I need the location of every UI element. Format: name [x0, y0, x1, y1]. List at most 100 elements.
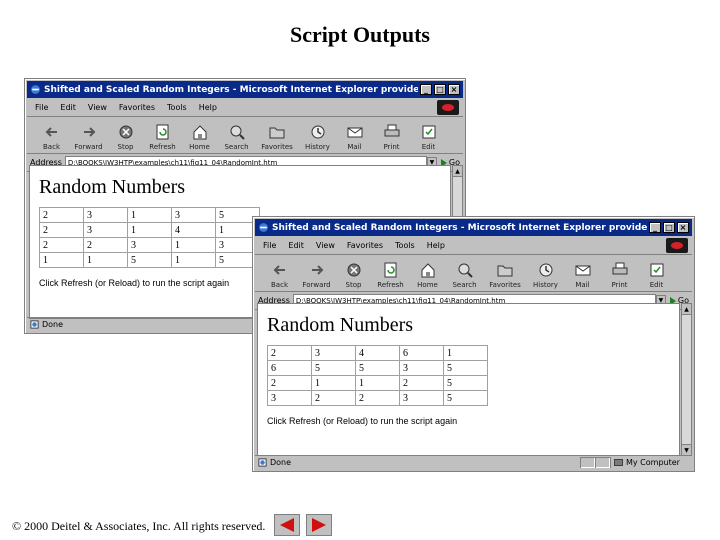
- right-triangle-icon: [312, 518, 326, 532]
- forward-button[interactable]: Forward: [70, 123, 107, 153]
- search-icon: [230, 125, 245, 140]
- scroll-up-icon[interactable]: ▲: [682, 304, 691, 315]
- scroll-down-icon[interactable]: ▼: [682, 444, 691, 455]
- stop-button[interactable]: Stop: [107, 123, 144, 153]
- table-cell: 3: [267, 390, 312, 406]
- menu-help[interactable]: Help: [199, 103, 217, 112]
- table-cell: 1: [83, 252, 128, 268]
- page-status-icon: [258, 458, 267, 467]
- print-button[interactable]: Print: [601, 261, 638, 291]
- previous-slide-button[interactable]: [274, 514, 300, 536]
- menu-tools[interactable]: Tools: [395, 241, 415, 250]
- mail-icon: [347, 127, 362, 138]
- menu-edit[interactable]: Edit: [60, 103, 76, 112]
- scroll-up-icon[interactable]: ▲: [453, 166, 462, 177]
- edit-button[interactable]: Edit: [638, 261, 675, 291]
- page-heading: Random Numbers: [267, 314, 414, 336]
- favorites-button[interactable]: Favorites: [255, 123, 299, 153]
- random-numbers-table: 23135 23141 22313 11515: [39, 207, 260, 268]
- status-text: Done: [270, 458, 292, 467]
- table-cell: 2: [39, 237, 84, 253]
- menu-help[interactable]: Help: [427, 241, 445, 250]
- favorites-folder-icon: [269, 127, 285, 139]
- menu-view[interactable]: View: [88, 103, 107, 112]
- msn-logo-icon: [666, 238, 688, 253]
- table-cell: 2: [267, 345, 312, 361]
- back-button[interactable]: Back: [261, 261, 298, 291]
- status-panel: [580, 457, 595, 468]
- table-cell: 1: [443, 345, 488, 361]
- menu-bar: File Edit View Favorites Tools Help: [27, 98, 463, 117]
- table-cell: 3: [171, 207, 216, 223]
- mail-button[interactable]: Mail: [336, 123, 373, 153]
- history-button[interactable]: History: [527, 261, 564, 291]
- window-titlebar[interactable]: Shifted and Scaled Random Integers - Mic…: [27, 81, 463, 98]
- favorites-folder-icon: [497, 265, 513, 277]
- vertical-scrollbar[interactable]: ▲ ▼: [681, 303, 692, 456]
- menu-edit[interactable]: Edit: [288, 241, 304, 250]
- menu-file[interactable]: File: [263, 241, 276, 250]
- history-button[interactable]: History: [299, 123, 336, 153]
- page-content: Random Numbers 23461 65535 21125 32235 C…: [257, 303, 680, 456]
- close-button[interactable]: ×: [677, 222, 689, 233]
- table-cell: 1: [355, 375, 400, 391]
- table-cell: 3: [83, 222, 128, 238]
- stop-button[interactable]: Stop: [335, 261, 372, 291]
- status-bar: Done My Computer: [255, 455, 692, 469]
- maximize-button[interactable]: □: [434, 84, 446, 95]
- back-button[interactable]: Back: [33, 123, 70, 153]
- security-zone: My Computer: [610, 457, 692, 468]
- history-icon: [311, 125, 324, 139]
- menu-tools[interactable]: Tools: [167, 103, 187, 112]
- search-icon: [458, 263, 473, 278]
- forward-button[interactable]: Forward: [298, 261, 335, 291]
- stop-icon: [119, 125, 132, 139]
- table-cell: 2: [311, 390, 356, 406]
- edit-button[interactable]: Edit: [410, 123, 447, 153]
- search-button[interactable]: Search: [446, 261, 483, 291]
- table-cell: 5: [443, 375, 488, 391]
- table-cell: 6: [399, 345, 444, 361]
- history-icon: [539, 263, 552, 277]
- minimize-button[interactable]: _: [649, 222, 661, 233]
- table-cell: 5: [311, 360, 356, 376]
- home-button[interactable]: Home: [181, 123, 218, 153]
- page-status-icon: [30, 320, 39, 329]
- menu-favorites[interactable]: Favorites: [119, 103, 155, 112]
- table-cell: 1: [171, 252, 216, 268]
- table-cell: 2: [355, 390, 400, 406]
- table-cell: 2: [399, 375, 444, 391]
- table-cell: 4: [355, 345, 400, 361]
- left-triangle-icon: [280, 518, 294, 532]
- table-cell: 3: [311, 345, 356, 361]
- table-cell: 3: [83, 207, 128, 223]
- next-slide-button[interactable]: [306, 514, 332, 536]
- refresh-button[interactable]: Refresh: [144, 123, 181, 153]
- table-cell: 2: [267, 375, 312, 391]
- home-button[interactable]: Home: [409, 261, 446, 291]
- maximize-button[interactable]: □: [663, 222, 675, 233]
- refresh-button[interactable]: Refresh: [372, 261, 409, 291]
- toolbar: Back Forward Stop Refresh Home Search Fa…: [255, 255, 692, 292]
- search-button[interactable]: Search: [218, 123, 255, 153]
- favorites-button[interactable]: Favorites: [483, 261, 527, 291]
- menu-favorites[interactable]: Favorites: [347, 241, 383, 250]
- window-title: Shifted and Scaled Random Integers - Mic…: [44, 84, 418, 95]
- menu-file[interactable]: File: [35, 103, 48, 112]
- refresh-icon: [384, 262, 396, 278]
- minimize-button[interactable]: _: [420, 84, 432, 95]
- page-heading: Random Numbers: [39, 176, 186, 198]
- table-cell: 2: [39, 222, 84, 238]
- back-arrow-icon: [45, 127, 57, 137]
- forward-arrow-icon: [311, 265, 323, 275]
- window-titlebar[interactable]: Shifted and Scaled Random Integers - Mic…: [255, 219, 692, 236]
- printer-icon: [384, 124, 399, 137]
- mail-button[interactable]: Mail: [564, 261, 601, 291]
- print-button[interactable]: Print: [373, 123, 410, 153]
- close-button[interactable]: ×: [448, 84, 460, 95]
- menu-view[interactable]: View: [316, 241, 335, 250]
- status-panel: [595, 457, 610, 468]
- table-cell: 3: [127, 237, 172, 253]
- menu-bar: File Edit View Favorites Tools Help: [255, 236, 692, 255]
- slide-title: Script Outputs: [290, 22, 430, 47]
